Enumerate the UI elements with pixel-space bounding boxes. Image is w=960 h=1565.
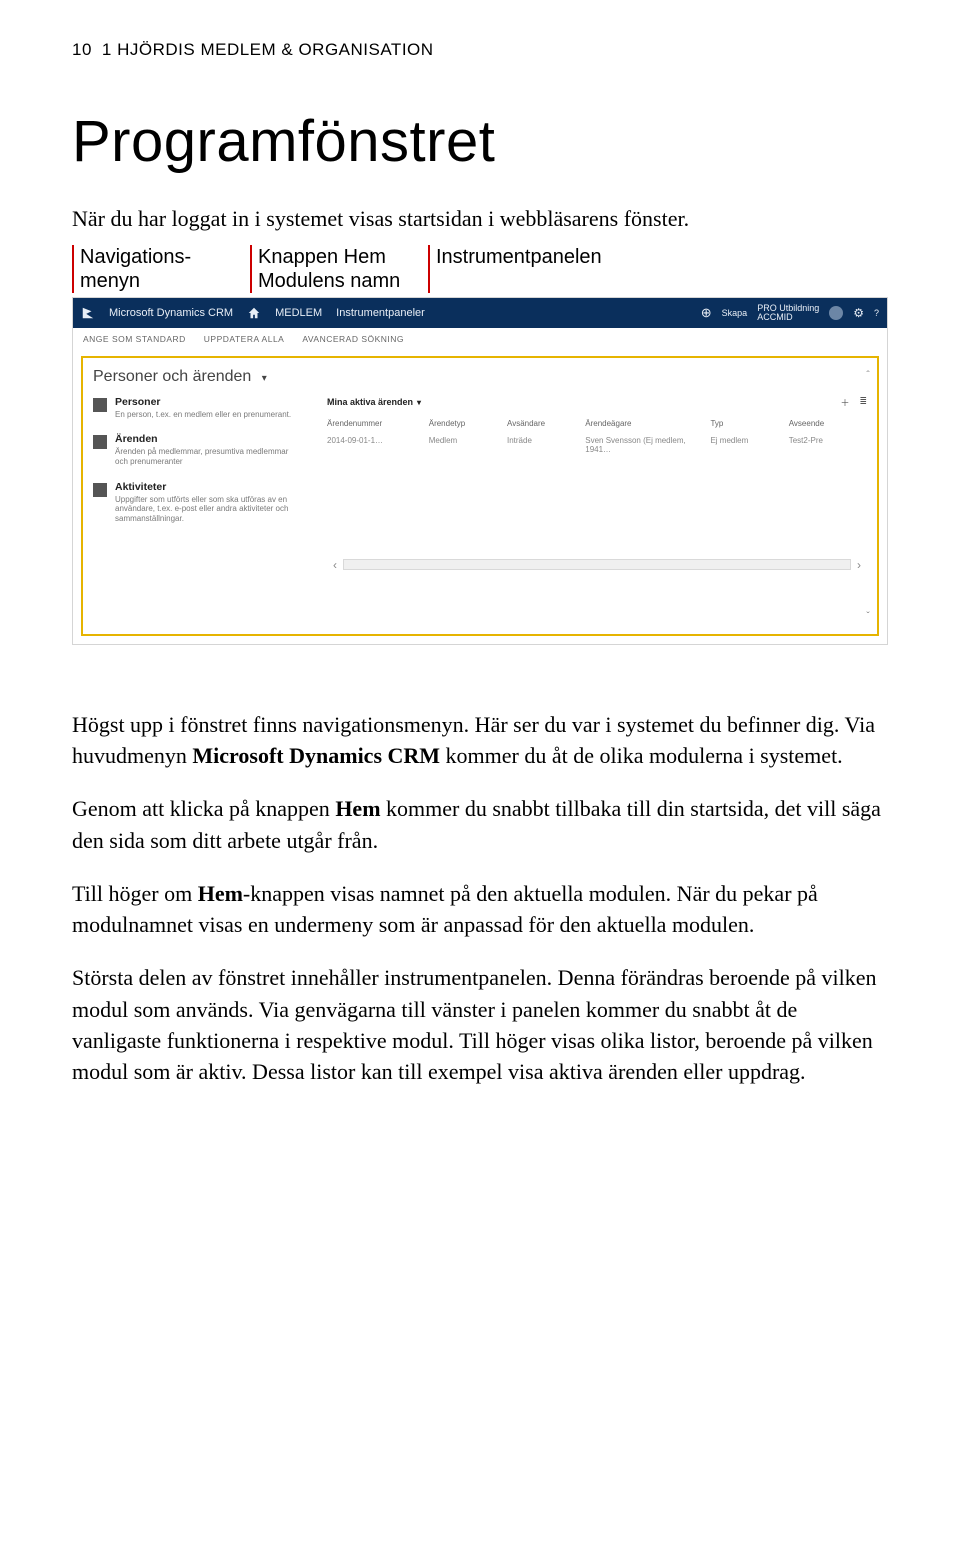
- link-aktiviteter[interactable]: Aktiviteter Uppgifter som utförts eller …: [93, 481, 303, 524]
- col-arendetyp[interactable]: Ärendetyp: [429, 419, 507, 428]
- callout-instrumentpanelen: Instrumentpanelen: [428, 245, 636, 293]
- grid-section-title[interactable]: Mina aktiva ärenden: [327, 397, 413, 407]
- avatar-icon[interactable]: [829, 306, 843, 320]
- chapter-label: 1 HJÖRDIS MEDLEM & ORGANISATION: [102, 40, 888, 60]
- horizontal-scrollbar[interactable]: ‹ ›: [327, 558, 867, 572]
- dynamics-logo-icon[interactable]: [81, 306, 95, 320]
- skapa-label[interactable]: Skapa: [722, 308, 748, 318]
- callout-nav-line1: Navigations-: [80, 246, 191, 268]
- col-avseende[interactable]: Avseende: [789, 419, 867, 428]
- crm-page[interactable]: Instrumentpaneler: [336, 307, 425, 319]
- col-avsandare[interactable]: Avsändare: [507, 419, 585, 428]
- col-arendeagare[interactable]: Ärendeägare: [585, 419, 710, 428]
- paragraph-2: Genom att klicka på knappen Hem kommer d…: [72, 793, 888, 855]
- plus-icon[interactable]: ⊕: [701, 305, 712, 321]
- running-header: 10 1 HJÖRDIS MEDLEM & ORGANISATION: [72, 40, 888, 60]
- page-number: 10: [72, 40, 92, 60]
- cell: Inträde: [507, 436, 585, 454]
- link-aktiviteter-desc: Uppgifter som utförts eller som ska utfö…: [115, 495, 303, 524]
- callout-hem-line2: Modulens namn: [258, 270, 400, 292]
- link-arenden-desc: Ärenden på medlemmar, presumtiva medlemm…: [115, 447, 303, 466]
- col-arendenummer[interactable]: Ärendenummer: [327, 419, 429, 428]
- callout-nav-line2: menyn: [80, 270, 140, 292]
- callout-hem-line1: Knappen Hem: [258, 246, 386, 268]
- cell: Ej medlem: [710, 436, 788, 454]
- cell: Medlem: [429, 436, 507, 454]
- grid-header-row: Ärendenummer Ärendetyp Avsändare Ärendeä…: [327, 415, 867, 432]
- col-typ[interactable]: Typ: [710, 419, 788, 428]
- bold-hem-2: Hem: [198, 881, 243, 906]
- activity-icon: [93, 483, 107, 497]
- link-personer-title: Personer: [115, 396, 291, 408]
- link-aktiviteter-title: Aktiviteter: [115, 481, 303, 493]
- paragraph-1: Högst upp i fönstret finns navigationsme…: [72, 709, 888, 771]
- help-icon[interactable]: ?: [874, 308, 879, 318]
- cmd-refresh-all[interactable]: UPPDATERA ALLA: [204, 334, 285, 344]
- add-icon[interactable]: ＋: [840, 396, 849, 409]
- link-personer-desc: En person, t.ex. en medlem eller en pren…: [115, 410, 291, 420]
- dashboard-title-text: Personer och ärenden: [93, 368, 251, 385]
- dashboard-panel: Personer och ärenden ▾ Personer En perso…: [81, 356, 879, 636]
- cmd-set-default[interactable]: ANGE SOM STANDARD: [83, 334, 186, 344]
- intro-paragraph: När du har loggat in i systemet visas st…: [72, 203, 888, 235]
- bold-hem: Hem: [335, 796, 380, 821]
- page-title: Programfönstret: [72, 108, 888, 175]
- chevron-left-icon[interactable]: ‹: [327, 558, 343, 572]
- quick-links: Personer En person, t.ex. en medlem elle…: [93, 396, 303, 572]
- chevron-down-icon[interactable]: ▾: [417, 398, 421, 407]
- case-icon: [93, 435, 107, 449]
- grid-area: Mina aktiva ärenden ▾ ＋ ≣ Ärendenummer Ä…: [327, 396, 867, 572]
- chevron-down-icon[interactable]: ˇ: [866, 611, 869, 622]
- cmd-advanced-find[interactable]: AVANCERAD SÖKNING: [302, 334, 404, 344]
- crm-topbar-right: ⊕ Skapa PRO Utbildning ACCMID ⚙ ?: [701, 304, 879, 322]
- org-line2: ACCMID: [757, 312, 793, 322]
- body-copy: Högst upp i fönstret finns navigationsme…: [72, 709, 888, 1087]
- link-personer[interactable]: Personer En person, t.ex. en medlem elle…: [93, 396, 303, 420]
- paragraph-3: Till höger om Hem-knappen visas namnet p…: [72, 878, 888, 940]
- callout-row: Navigations- menyn Knappen Hem Modulens …: [72, 245, 888, 293]
- org-block: PRO Utbildning ACCMID: [757, 304, 819, 322]
- crm-module[interactable]: MEDLEM: [275, 307, 322, 319]
- cell: 2014-09-01-1…: [327, 436, 429, 454]
- vertical-scrollbar[interactable]: ˆ ˇ: [863, 370, 873, 622]
- chevron-up-icon[interactable]: ˆ: [866, 370, 869, 381]
- callout-instr-label: Instrumentpanelen: [436, 246, 602, 268]
- home-icon[interactable]: [247, 306, 261, 320]
- link-arenden[interactable]: Ärenden Ärenden på medlemmar, presumtiva…: [93, 433, 303, 466]
- link-arenden-title: Ärenden: [115, 433, 303, 445]
- callout-hem: Knappen Hem Modulens namn: [250, 245, 418, 293]
- scroll-track[interactable]: [343, 559, 851, 570]
- bold-dynamics: Microsoft Dynamics CRM: [192, 743, 440, 768]
- dashboard-title[interactable]: Personer och ärenden ▾: [93, 368, 867, 386]
- cell: Sven Svensson (Ej medlem, 1941…: [585, 436, 710, 454]
- crm-command-bar: ANGE SOM STANDARD UPPDATERA ALLA AVANCER…: [73, 328, 887, 350]
- cell: Test2-Pre: [789, 436, 867, 454]
- crm-topbar: Microsoft Dynamics CRM MEDLEM Instrument…: [73, 298, 887, 328]
- person-icon: [93, 398, 107, 412]
- callout-navigationsmenyn: Navigations- menyn: [72, 245, 250, 293]
- chevron-down-icon[interactable]: ▾: [262, 373, 267, 384]
- crm-brand[interactable]: Microsoft Dynamics CRM: [109, 307, 233, 319]
- crm-screenshot: Microsoft Dynamics CRM MEDLEM Instrument…: [72, 297, 888, 645]
- gear-icon[interactable]: ⚙: [853, 306, 864, 320]
- paragraph-4: Största delen av fönstret innehåller ins…: [72, 962, 888, 1087]
- table-row[interactable]: 2014-09-01-1… Medlem Inträde Sven Svenss…: [327, 432, 867, 458]
